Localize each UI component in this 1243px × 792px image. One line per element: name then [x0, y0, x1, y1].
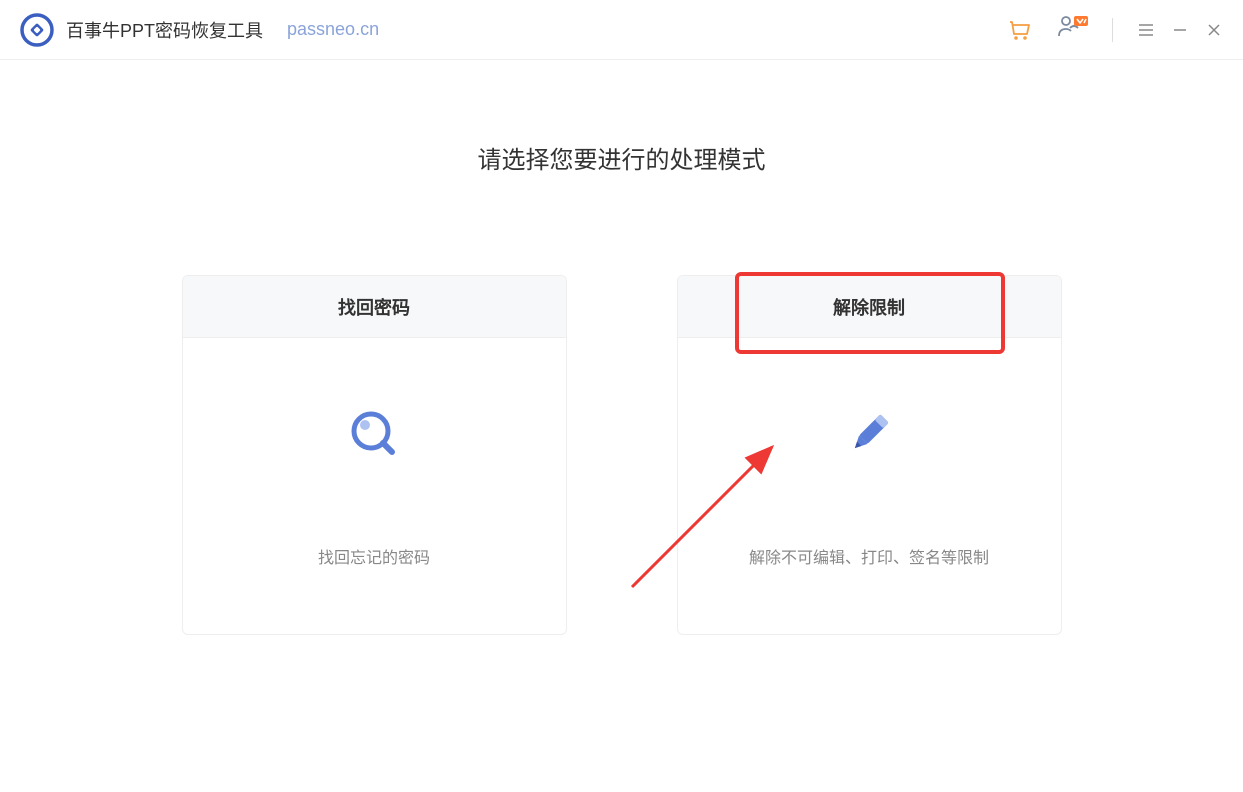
- mode-card-recover-password[interactable]: 找回密码 找回忘记的密码: [182, 275, 567, 635]
- card-title: 解除限制: [833, 294, 905, 320]
- close-icon[interactable]: [1205, 21, 1223, 39]
- cards-container: 找回密码 找回忘记的密码 解除限制: [182, 275, 1062, 635]
- mode-card-remove-restriction[interactable]: 解除限制 解除不可编辑、打印、签名等限制: [677, 275, 1062, 635]
- minimize-icon[interactable]: [1171, 21, 1189, 39]
- main-content: 请选择您要进行的处理模式 找回密码 找回忘记的密码 解除限制: [0, 60, 1243, 635]
- cart-icon[interactable]: [1006, 17, 1032, 43]
- card-description: 找回忘记的密码: [318, 544, 430, 568]
- window-controls: [1137, 21, 1223, 39]
- user-login-icon[interactable]: [1056, 14, 1088, 45]
- divider: [1112, 18, 1113, 42]
- card-description: 解除不可编辑、打印、签名等限制: [749, 544, 989, 568]
- menu-icon[interactable]: [1137, 21, 1155, 39]
- card-header: 解除限制: [678, 276, 1061, 338]
- titlebar-right: [1006, 14, 1223, 45]
- app-title: 百事牛PPT密码恢复工具: [66, 17, 263, 43]
- card-body: 找回忘记的密码: [183, 338, 566, 634]
- card-body: 解除不可编辑、打印、签名等限制: [678, 338, 1061, 634]
- card-title: 找回密码: [338, 294, 410, 320]
- app-logo-icon: [20, 13, 54, 47]
- search-magnifier-icon: [344, 404, 404, 464]
- app-domain: passneo.cn: [287, 19, 379, 40]
- titlebar-left: 百事牛PPT密码恢复工具 passneo.cn: [20, 13, 379, 47]
- pencil-edit-icon: [839, 404, 899, 464]
- card-header: 找回密码: [183, 276, 566, 338]
- titlebar: 百事牛PPT密码恢复工具 passneo.cn: [0, 0, 1243, 60]
- mode-prompt-title: 请选择您要进行的处理模式: [478, 140, 766, 175]
